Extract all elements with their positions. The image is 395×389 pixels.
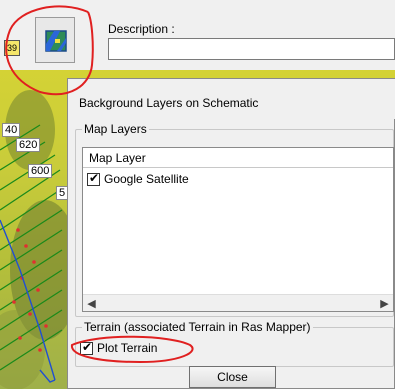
plot-terrain-row[interactable]: Plot Terrain	[80, 340, 158, 355]
map-label-40: 40	[2, 123, 21, 137]
scroll-right-icon[interactable]: ▶	[376, 296, 393, 311]
close-button[interactable]: Close	[189, 366, 276, 388]
scroll-left-icon[interactable]: ◀	[83, 296, 100, 311]
dialog-title-bar[interactable]: Background Layers on Schematic	[68, 79, 395, 119]
map-label-600: 600	[28, 164, 53, 178]
map-layer-row[interactable]: Google Satellite	[87, 171, 189, 187]
horizontal-scrollbar[interactable]: ◀ ▶	[83, 294, 393, 311]
terrain-group-caption: Terrain (associated Terrain in Ras Mappe…	[82, 320, 313, 334]
map-layers-button[interactable]	[35, 17, 75, 63]
background-layers-dialog: Background Layers on Schematic Map Layer…	[67, 78, 395, 389]
dialog-title: Background Layers on Schematic	[79, 96, 259, 110]
plot-terrain-checkbox[interactable]	[80, 340, 93, 355]
map-layers-group-caption: Map Layers	[82, 122, 149, 136]
map-layer-list[interactable]: Map Layer Google Satellite ◀ ▶	[82, 147, 394, 312]
toolbar-icon-39[interactable]: 39	[4, 40, 20, 56]
screenshot-root: 39 Description : 40 620 600 5 Background…	[0, 0, 395, 389]
map-layers-icon	[45, 30, 67, 52]
toolbar: 39 Description :	[0, 0, 395, 70]
google-satellite-checkbox[interactable]	[87, 171, 100, 186]
map-label-620: 620	[16, 138, 41, 152]
google-satellite-label: Google Satellite	[104, 172, 189, 186]
description-input[interactable]	[108, 38, 395, 60]
description-label: Description :	[108, 22, 175, 36]
map-layer-column-header[interactable]: Map Layer	[83, 148, 393, 168]
map-layer-column-header-label: Map Layer	[89, 151, 146, 165]
plot-terrain-label: Plot Terrain	[97, 341, 158, 355]
